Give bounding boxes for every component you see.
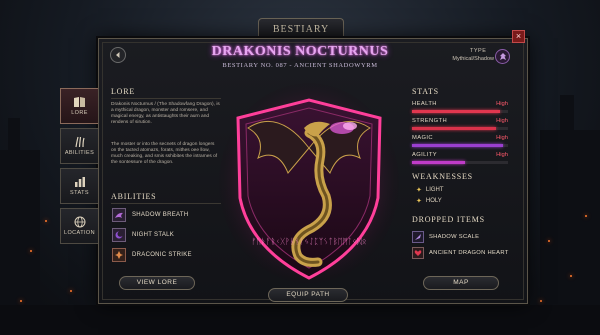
stat-bar — [412, 144, 508, 147]
ability-item[interactable]: NIGHT STALK — [112, 227, 174, 242]
ability-name: SHADOW BREATH — [132, 211, 189, 218]
back-button[interactable] — [110, 47, 126, 63]
ember — [585, 215, 587, 217]
nav-label: LOCATION — [64, 230, 95, 236]
dropped-item-name: SHADOW SCALE — [429, 233, 480, 240]
equip-path-button[interactable]: EQUIP PATH — [268, 288, 348, 302]
stat-bar — [412, 110, 508, 113]
stat-value: High — [496, 135, 508, 141]
shadow-breath-icon — [112, 207, 126, 222]
stat-name: AGILITY — [412, 152, 438, 158]
dropped-item-name: ANCIENT DRAGON HEART — [429, 249, 509, 256]
creature-name: DRAKONIS NOCTURNUS — [211, 44, 389, 59]
stat-bar — [412, 127, 508, 130]
view-lore-button[interactable]: VIEW LORE — [119, 276, 195, 290]
ruin-tower-left — [8, 118, 20, 158]
bar-chart-icon — [74, 177, 85, 187]
divider — [111, 203, 221, 204]
stat-value: High — [496, 101, 508, 107]
ember — [45, 220, 47, 222]
dropped-item[interactable]: ANCIENT DRAGON HEART — [412, 246, 509, 259]
stat-name: MAGIC — [412, 135, 434, 141]
dragon-emblem-icon — [495, 49, 510, 64]
bestiary-tab: BESTIARY — [258, 18, 344, 40]
dropped-items-heading: DROPPED ITEMS — [412, 215, 485, 224]
stat-fill — [412, 144, 504, 147]
stat-value: High — [496, 152, 508, 158]
creature-subtitle: BESTIARY NO. 087 - ANCIENT SHADOWYRM — [222, 62, 378, 69]
dropped-item[interactable]: SHADOW SCALE — [412, 230, 479, 243]
weakness-name: HOLY — [425, 198, 442, 204]
draconic-strike-icon — [112, 247, 126, 262]
weakness-item: ✦ LIGHT — [416, 186, 444, 194]
stat-row-health: HEALTH High — [412, 101, 508, 115]
arrow-left-icon — [116, 52, 120, 58]
weaknesses-heading: WEAKNESSES — [412, 172, 473, 181]
stat-row-magic: MAGIC High — [412, 135, 508, 149]
nav-label: STATS — [70, 190, 89, 196]
weakness-name: LIGHT — [425, 187, 444, 193]
divider — [111, 98, 221, 99]
ground — [0, 305, 600, 335]
globe-icon — [74, 216, 85, 228]
ember — [30, 250, 32, 252]
nav-label: LORE — [71, 110, 88, 116]
star-icon: ✦ — [416, 198, 422, 205]
stat-row-agility: AGILITY High — [412, 152, 508, 166]
ability-item[interactable]: SHADOW BREATH — [112, 207, 188, 222]
ember — [548, 240, 550, 242]
stat-name: HEALTH — [412, 101, 437, 107]
ability-name: DRACONIC STRIKE — [132, 251, 192, 258]
stat-value: High — [496, 118, 508, 124]
nav-label: ABILITIES — [64, 150, 95, 156]
ruin-tower-right — [560, 95, 574, 140]
ember — [570, 275, 572, 277]
star-icon: ✦ — [416, 187, 422, 194]
dragon-heart-icon — [412, 246, 424, 259]
ability-name: NIGHT STALK — [132, 231, 175, 238]
close-button[interactable]: × — [512, 30, 525, 43]
lore-heading: LORE — [111, 87, 136, 96]
stats-heading: STATS — [412, 87, 439, 96]
ember — [540, 300, 542, 302]
shadow-scale-icon — [412, 230, 424, 243]
nav-tab-lore[interactable]: LORE — [60, 88, 98, 124]
book-icon — [74, 97, 85, 107]
ember — [20, 300, 22, 302]
stat-fill — [412, 110, 501, 113]
emblem-runes: ᚠᚢᚦᚨᚱᚲᚷᚹᚺᚾᛁᛃᛇᛈᛉᛊᛏᛒᛖᛗᛚᛜᛞᛟ — [251, 237, 366, 246]
ability-item[interactable]: DRACONIC STRIKE — [112, 247, 192, 262]
ember — [70, 290, 72, 292]
nav-tab-abilities[interactable]: ABILITIES — [60, 128, 98, 164]
claw-icon — [74, 136, 85, 148]
abilities-heading: ABILITIES — [111, 192, 157, 201]
nav-tab-location[interactable]: LOCATION — [60, 208, 98, 244]
game-scene: BESTIARY × DRAKONIS NOCTURNUS BESTIARY N… — [0, 0, 600, 335]
lore-paragraph: The moster or into the secnets of dragon… — [111, 142, 218, 165]
stat-bar — [412, 161, 508, 164]
night-stalk-icon — [112, 227, 126, 242]
stat-fill — [412, 127, 497, 130]
type-label: TYPE — [470, 48, 487, 54]
nav-tab-stats[interactable]: STATS — [60, 168, 98, 204]
dragon-emblem: ᚠᚢᚦᚨᚱᚲᚷᚹᚺᚾᛁᛃᛇᛈᛉᛊᛏᛒᛖᛗᛚᛜᛞᛟ — [218, 78, 400, 288]
stat-row-strength: STRENGTH High — [412, 118, 508, 132]
map-button[interactable]: MAP — [423, 276, 499, 290]
lore-paragraph: Drakonis Nocturnus / (The Shadowfang Dra… — [111, 102, 220, 125]
weakness-item: ✦ HOLY — [416, 197, 442, 205]
type-value: Mythical/Shadow — [452, 56, 494, 62]
stat-fill — [412, 161, 465, 164]
stat-name: STRENGTH — [412, 118, 448, 124]
